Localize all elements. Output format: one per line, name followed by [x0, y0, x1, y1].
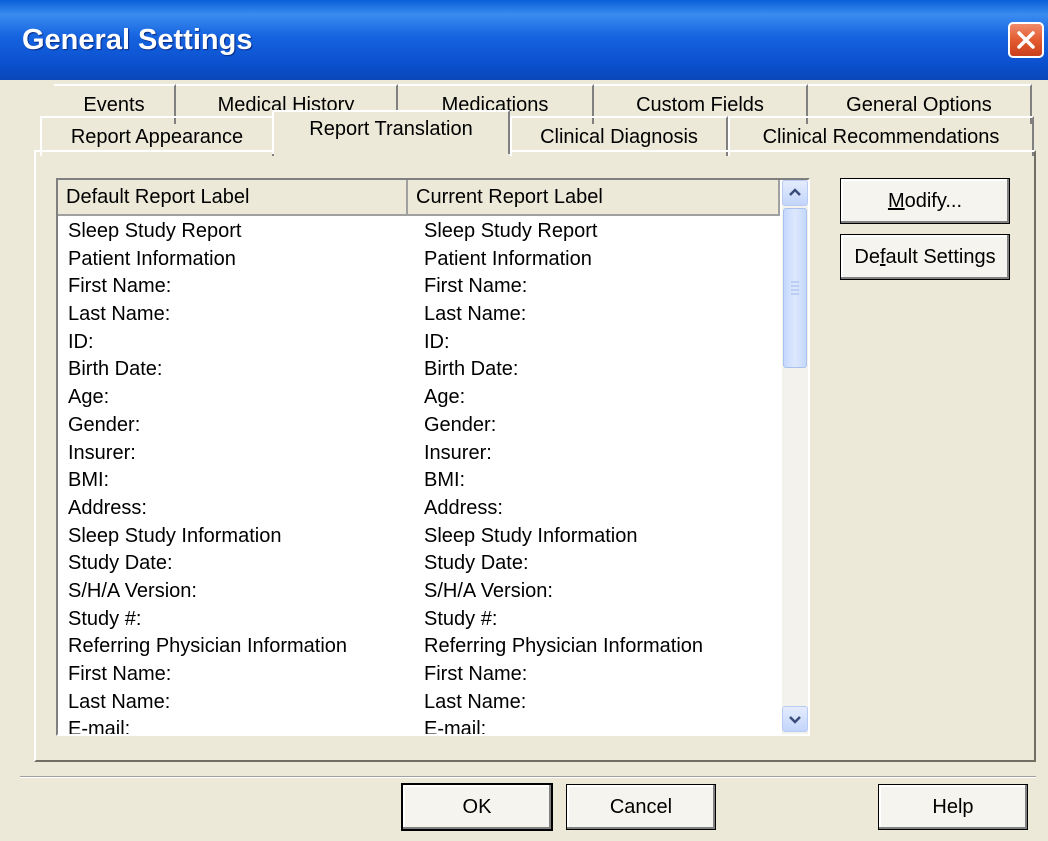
current-label-cell: BMI: [424, 469, 466, 492]
current-label-cell: Gender: [424, 413, 497, 436]
default-label-cell: BMI: [68, 469, 110, 492]
table-row[interactable]: Last Name: Last Name: [58, 301, 780, 329]
current-label-cell: First Name: [424, 275, 528, 298]
current-label-cell: Referring Physician Information [424, 635, 704, 658]
current-label-cell: Sleep Study Information [424, 524, 638, 547]
default-label-cell: Sleep Study Report [68, 220, 242, 242]
default-label-cell: Birth Date: [68, 358, 163, 381]
chevron-up-icon [783, 188, 807, 209]
column-header-current-label[interactable]: Current Report Label [408, 180, 780, 216]
table-row[interactable]: Birth Date: Birth Date: [58, 356, 780, 384]
default-label-cell: S/H/A Version: [68, 579, 197, 602]
default-label-cell: Insurer: [68, 441, 136, 464]
table-row[interactable]: Sleep Study Information Sleep Study Infor… [58, 523, 780, 551]
table-row[interactable]: Study #: Study #: [58, 606, 780, 634]
default-label-cell: First Name: [68, 663, 172, 685]
modify-button[interactable]: Modify... [840, 178, 1010, 224]
table-row[interactable]: S/H/A Version: S/H/A Version: [58, 578, 780, 606]
current-label-cell: Address: [424, 496, 503, 519]
default-label-cell: Age: [68, 386, 110, 409]
default-label-cell: Address: [68, 496, 147, 519]
default-label-cell: Last Name: [68, 690, 171, 713]
scroll-down-button[interactable] [782, 706, 808, 732]
chevron-down-icon [783, 716, 807, 734]
close-button[interactable] [1008, 22, 1044, 58]
table-row[interactable]: Age: Age: [58, 384, 780, 412]
table-row[interactable]: BMI: BMI: [58, 467, 780, 495]
default-label-cell: ID: [68, 330, 94, 353]
default-label-cell: Study #: [68, 607, 142, 630]
ok-button[interactable]: OK [402, 784, 552, 830]
table-row[interactable]: ID: ID: [58, 329, 780, 357]
current-label-cell: Last Name: [424, 303, 527, 326]
default-label-cell: First Name: [68, 275, 172, 298]
default-label-cell: Last Name: [68, 303, 171, 326]
separator [20, 776, 1036, 778]
current-label-cell: Age: [424, 386, 466, 409]
vertical-scrollbar[interactable] [782, 180, 808, 734]
default-settings-button[interactable]: De f ault Settings [840, 234, 1010, 280]
default-label-cell: Referring Physician Information [68, 635, 348, 658]
current-label-cell: First Name: [424, 663, 528, 685]
default-label-cell: Patient Information [68, 247, 236, 270]
current-label-cell: Study #: [424, 607, 498, 630]
current-label-cell: S/H/A Version: [424, 579, 553, 602]
table-body: Sleep Study Report Sleep Study Report Pati… [58, 218, 780, 736]
help-button[interactable]: Help [878, 784, 1028, 830]
column-header-default-label[interactable]: Default Report Label [58, 180, 408, 216]
default-label-cell: Sleep Study Information [68, 524, 282, 547]
table-row[interactable]: E-mail: E-mail: [58, 716, 780, 736]
translation-table[interactable]: Default Report Label Current Report Labe… [56, 178, 810, 736]
table-row[interactable]: Address: Address: [58, 495, 780, 523]
table-row[interactable]: Last Name: Last Name: [58, 689, 780, 717]
table-row[interactable]: Patient Information Patient Information [58, 246, 780, 274]
current-label-cell: Patient Information [424, 247, 592, 270]
current-label-cell: ID: [424, 330, 450, 353]
default-label-cell: Gender: [68, 413, 141, 436]
default-label-cell: Study Date: [68, 552, 173, 575]
current-label-cell: Birth Date: [424, 358, 519, 381]
scroll-up-button[interactable] [782, 180, 808, 206]
table-row[interactable]: Referring Physician Information Referring… [58, 633, 780, 661]
table-row[interactable]: Study Date: Study Date: [58, 550, 780, 578]
title-bar[interactable]: General Settings [0, 0, 1048, 80]
current-label-cell: Sleep Study Report [424, 220, 598, 242]
cancel-button[interactable]: Cancel [566, 784, 716, 830]
scroll-thumb[interactable] [783, 208, 807, 368]
table-row[interactable]: Insurer: Insurer: [58, 440, 780, 468]
table-row[interactable]: Sleep Study Report Sleep Study Report [58, 218, 780, 246]
table-row[interactable]: Gender: Gender: [58, 412, 780, 440]
table-row[interactable]: First Name: First Name: [58, 661, 780, 689]
tab-report-translation[interactable]: Report Translation [272, 110, 510, 154]
current-label-cell: Study Date: [424, 552, 529, 575]
current-label-cell: Last Name: [424, 690, 527, 713]
default-label-cell: E-mail: [68, 718, 131, 736]
table-row[interactable]: First Name: First Name: [58, 273, 780, 301]
current-label-cell: Insurer: [424, 441, 492, 464]
general-settings-dialog: General Settings Events Medical History … [0, 0, 1048, 841]
current-label-cell: E-mail: [424, 718, 487, 736]
window-title: General Settings [22, 24, 253, 56]
